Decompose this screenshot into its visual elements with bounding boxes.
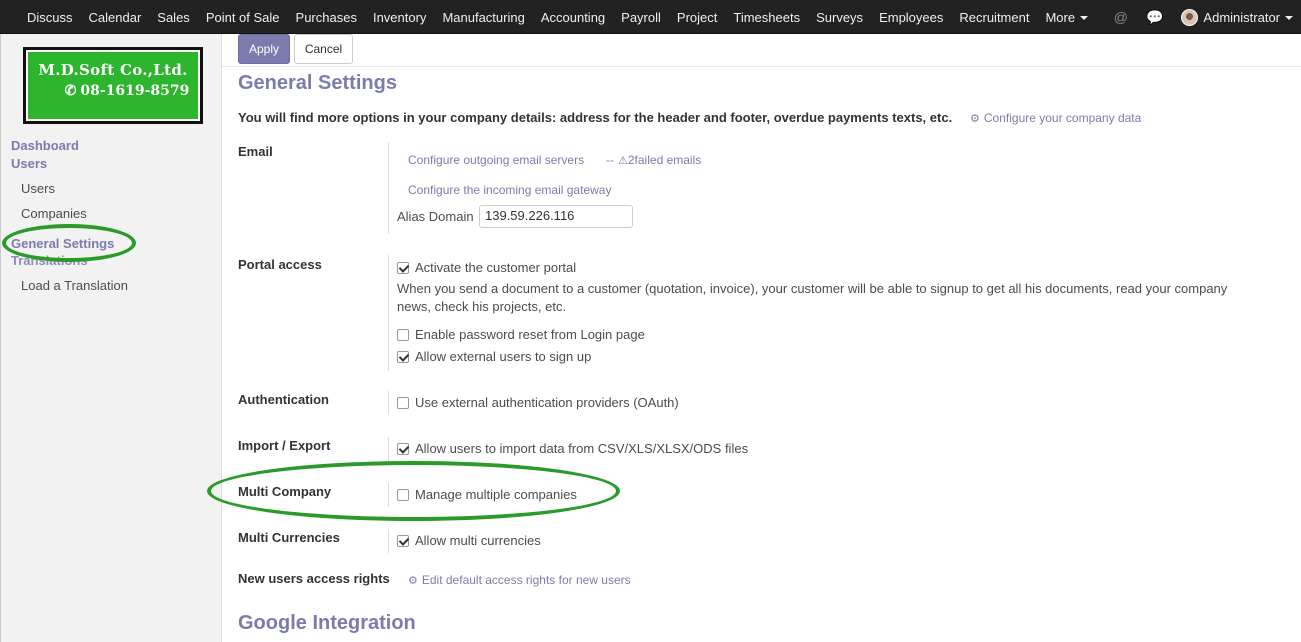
sidebar-section-dashboard[interactable]: Dashboard (11, 138, 79, 153)
menu-inventory[interactable]: Inventory (365, 10, 434, 25)
highlight-ellipse (2, 224, 136, 262)
incoming-gateway-link[interactable]: Configure the incoming email gateway (408, 183, 611, 197)
gears-icon: ⚙ (408, 575, 418, 587)
avatar[interactable] (1181, 8, 1199, 26)
access-rights-label: New users access rights (238, 571, 390, 586)
import-text: Allow users to import data from CSV/XLS/… (415, 441, 749, 456)
oauth-option[interactable]: Use external authentication providers (O… (397, 395, 679, 410)
caret-down-icon (1285, 16, 1293, 21)
cancel-button[interactable]: Cancel (294, 34, 353, 64)
activate-portal-text: Activate the customer portal (415, 260, 577, 275)
at-icon[interactable]: @ (1114, 9, 1128, 25)
main-content: Apply Cancel General Settings You will f… (222, 34, 1301, 642)
menu-purchases[interactable]: Purchases (288, 10, 365, 25)
password-reset-checkbox[interactable] (397, 328, 409, 341)
edit-access-rights-link[interactable]: ⚙ Edit default access rights for new user… (408, 573, 631, 587)
menu-recruitment[interactable]: Recruitment (951, 10, 1037, 25)
caret-down-icon (1080, 16, 1089, 21)
menu-more[interactable]: More (1037, 10, 1096, 25)
top-navbar: Discuss Calendar Sales Point of Sale Pur… (0, 0, 1301, 34)
import-export-label: Import / Export (238, 438, 331, 453)
import-checkbox[interactable] (397, 442, 409, 455)
menu-calendar[interactable]: Calendar (81, 10, 150, 25)
external-signup-text: Allow external users to sign up (415, 349, 592, 364)
user-menu[interactable]: Administrator (1203, 10, 1293, 25)
company-logo: M.D.Soft Co.,Ltd. ✆ 08-1619-8579 (23, 47, 203, 124)
chat-icon[interactable]: 💬 (1146, 9, 1163, 26)
activate-portal-checkbox[interactable] (397, 261, 409, 274)
page-title: General Settings (238, 72, 397, 94)
email-separator: -- (606, 153, 614, 167)
logo-panel: M.D.Soft Co.,Ltd. ✆ 08-1619-8579 (26, 50, 200, 121)
portal-description: When you send a document to a customer (… (397, 281, 1228, 314)
divider (388, 529, 389, 553)
multi-currencies-text: Allow multi currencies (415, 533, 541, 548)
phone-icon: ✆ (64, 83, 77, 99)
menu-sales[interactable]: Sales (149, 10, 198, 25)
sidebar-item-companies[interactable]: Companies (21, 206, 87, 221)
menu-point-of-sale[interactable]: Point of Sale (198, 10, 288, 25)
failed-emails-link[interactable]: ⚠2failed emails (618, 153, 701, 167)
sidebar: M.D.Soft Co.,Ltd. ✆ 08-1619-8579 Dashboar… (0, 34, 222, 642)
alias-domain-input[interactable]: 139.59.226.116 (479, 205, 633, 228)
menu-manufacturing[interactable]: Manufacturing (434, 10, 532, 25)
multi-currencies-option[interactable]: Allow multi currencies (397, 533, 541, 548)
user-name: Administrator (1203, 9, 1280, 25)
multi-currencies-label: Multi Currencies (238, 530, 340, 545)
menu-project[interactable]: Project (669, 10, 725, 25)
menu-accounting[interactable]: Accounting (533, 10, 613, 25)
oauth-checkbox[interactable] (397, 396, 409, 409)
divider (388, 437, 389, 461)
logo-title: M.D.Soft Co.,Ltd. (38, 61, 188, 79)
password-reset-option[interactable]: Enable password reset from Login page (397, 327, 645, 342)
divider (388, 255, 389, 371)
external-signup-option[interactable]: Allow external users to sign up (397, 349, 591, 364)
edit-access-rights-text: Edit default access rights for new users (421, 573, 631, 587)
portal-access-label: Portal access (238, 257, 322, 272)
menu-surveys[interactable]: Surveys (808, 10, 871, 25)
google-integration-title: Google Integration (238, 612, 416, 634)
menu-more-label: More (1045, 9, 1076, 25)
sidebar-section-users[interactable]: Users (11, 156, 47, 171)
menu-discuss[interactable]: Discuss (19, 10, 81, 25)
logo-phone: ✆ 08-1619-8579 (28, 79, 198, 99)
import-option[interactable]: Allow users to import data from CSV/XLS/… (397, 441, 748, 456)
password-reset-text: Enable password reset from Login page (415, 327, 645, 342)
highlight-ellipse (207, 461, 620, 521)
activate-portal-option[interactable]: Activate the customer portal (397, 260, 576, 275)
divider (388, 142, 389, 234)
external-signup-checkbox[interactable] (397, 350, 409, 363)
configure-company-link-text: Configure your company data (983, 111, 1142, 125)
sidebar-item-load-translation[interactable]: Load a Translation (21, 278, 128, 293)
apply-button[interactable]: Apply (238, 34, 290, 64)
menu-timesheets[interactable]: Timesheets (725, 10, 808, 25)
failed-emails-text: 2failed emails (627, 153, 702, 167)
menu-employees[interactable]: Employees (871, 10, 951, 25)
configure-company-link[interactable]: ⚙ Configure your company data (970, 111, 1141, 125)
multi-currencies-checkbox[interactable] (397, 534, 409, 547)
divider (388, 391, 389, 415)
intro-text: You will find more options in your compa… (238, 110, 953, 125)
gears-icon: ⚙ (970, 113, 980, 125)
sidebar-item-users[interactable]: Users (21, 181, 55, 196)
button-bar: Apply Cancel (222, 34, 1301, 67)
user-area: @ 💬 Administrator (1114, 0, 1301, 34)
app-menu: Discuss Calendar Sales Point of Sale Pur… (19, 0, 1096, 34)
email-label: Email (238, 144, 273, 159)
alias-domain-label: Alias Domain (397, 209, 474, 224)
outgoing-servers-link[interactable]: Configure outgoing email servers (408, 153, 584, 167)
warning-icon: ⚠ (618, 155, 628, 167)
logo-phone-number: 08-1619-8579 (80, 83, 190, 99)
menu-payroll[interactable]: Payroll (613, 10, 669, 25)
authentication-label: Authentication (238, 392, 329, 407)
oauth-text: Use external authentication providers (O… (415, 395, 679, 410)
